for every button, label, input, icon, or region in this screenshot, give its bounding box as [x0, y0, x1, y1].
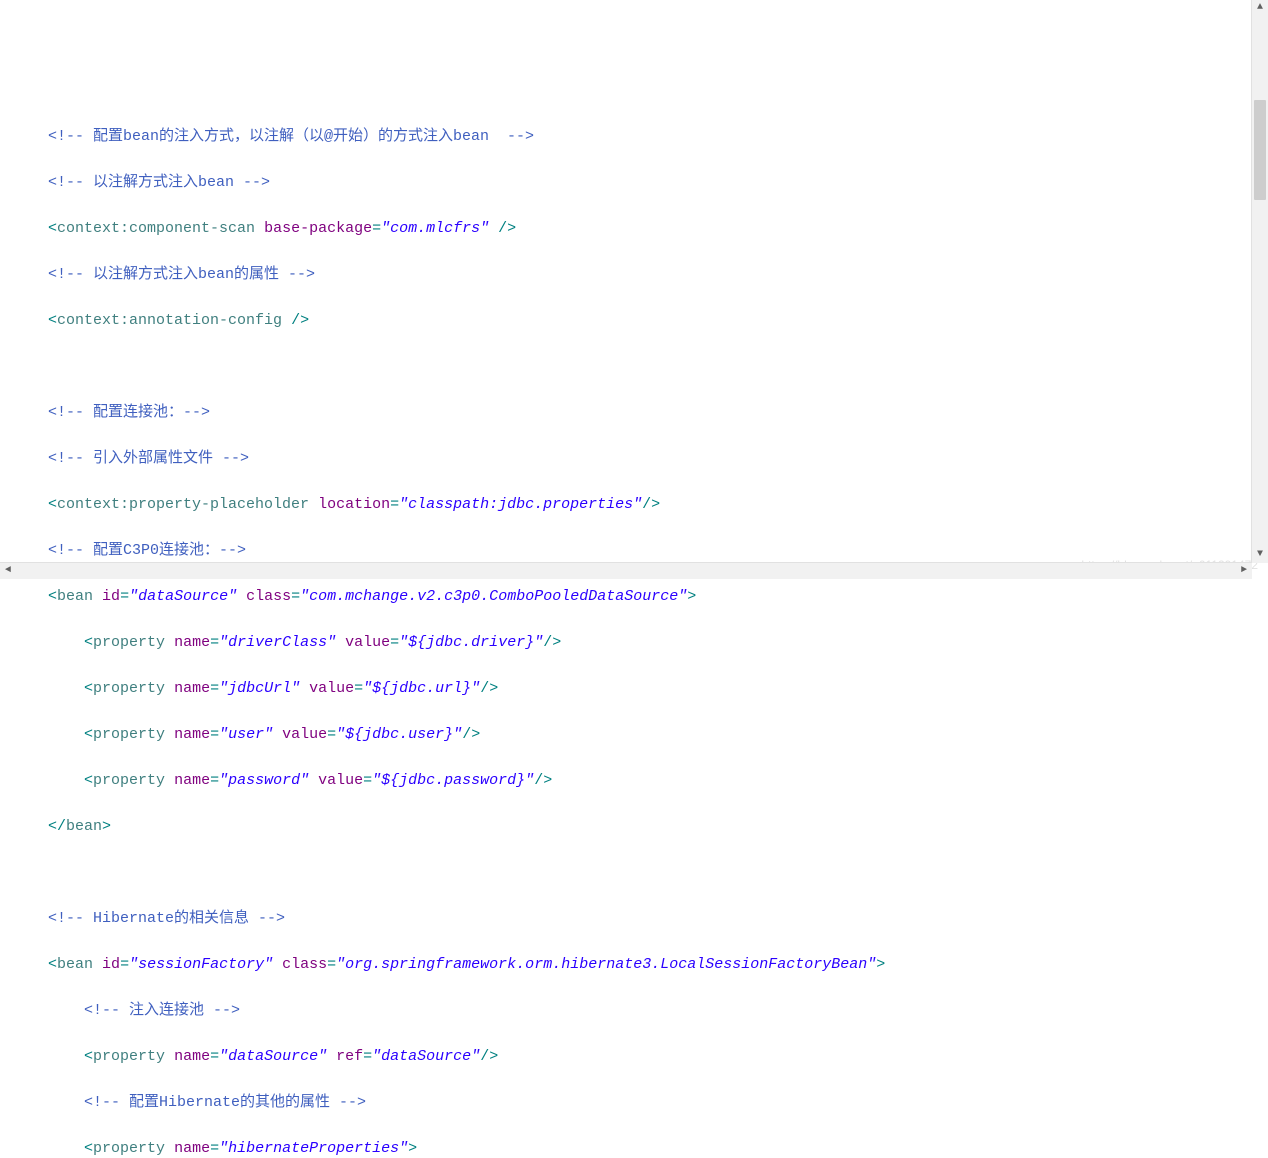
code-line: <!-- 注入连接池 -->: [48, 999, 1268, 1022]
code-line: <context:annotation-config />: [48, 309, 1268, 332]
code-line: [48, 861, 1268, 884]
code-line: <!-- 引入外部属性文件 -->: [48, 447, 1268, 470]
code-line: <property name="jdbcUrl" value="${jdbc.u…: [48, 677, 1268, 700]
code-line: <property name="hibernateProperties">: [48, 1137, 1268, 1158]
scroll-right-icon[interactable]: ►: [1239, 566, 1249, 576]
scroll-thumb[interactable]: [1254, 100, 1266, 200]
code-line: <!-- 配置连接池：-->: [48, 401, 1268, 424]
code-line: <!-- 以注解方式注入bean -->: [48, 171, 1268, 194]
scroll-left-icon[interactable]: ◄: [3, 566, 13, 576]
code-line: <property name="driverClass" value="${jd…: [48, 631, 1268, 654]
code-line: </bean>: [48, 815, 1268, 838]
code-line: <bean id="sessionFactory" class="org.spr…: [48, 953, 1268, 976]
code-line: <!-- 配置Hibernate的其他的属性 -->: [48, 1091, 1268, 1114]
code-line: [48, 355, 1268, 378]
vertical-scrollbar[interactable]: ▲ ▼: [1251, 0, 1268, 563]
code-line: <!-- 配置bean的注入方式，以注解（以@开始）的方式注入bean -->: [48, 125, 1268, 148]
code-line: <property name="password" value="${jdbc.…: [48, 769, 1268, 792]
code-block: <!-- 配置bean的注入方式，以注解（以@开始）的方式注入bean --> …: [48, 102, 1268, 1158]
scroll-up-icon[interactable]: ▲: [1255, 3, 1265, 13]
code-line: <!-- Hibernate的相关信息 -->: [48, 907, 1268, 930]
code-line: <!-- 配置C3P0连接池：-->: [48, 539, 1268, 562]
code-line: <!-- 以注解方式注入bean的属性 -->: [48, 263, 1268, 286]
scroll-down-icon[interactable]: ▼: [1255, 550, 1265, 560]
code-line: <property name="user" value="${jdbc.user…: [48, 723, 1268, 746]
code-line: <context:component-scan base-package="co…: [48, 217, 1268, 240]
code-line: <property name="dataSource" ref="dataSou…: [48, 1045, 1268, 1068]
code-line: <bean id="dataSource" class="com.mchange…: [48, 585, 1268, 608]
code-line: <context:property-placeholder location="…: [48, 493, 1268, 516]
horizontal-scrollbar[interactable]: ◄ ►: [0, 562, 1252, 579]
